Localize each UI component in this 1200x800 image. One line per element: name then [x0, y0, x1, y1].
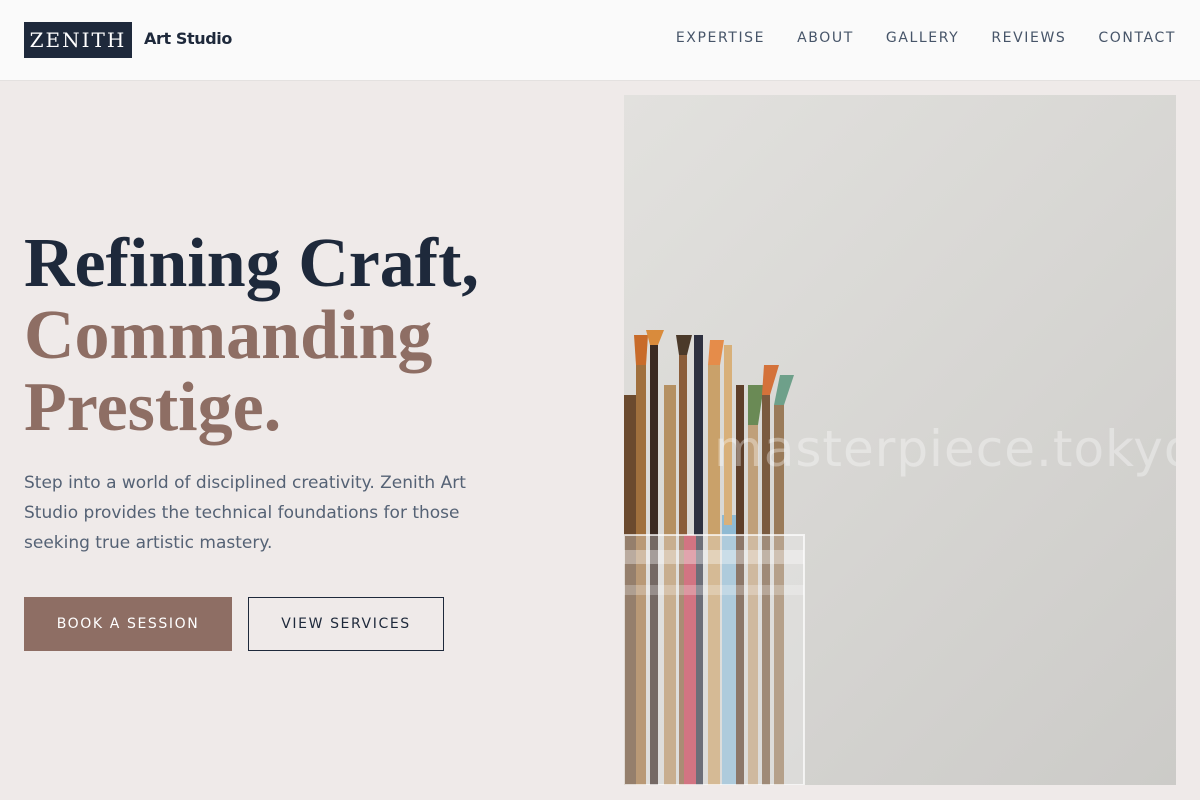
nav-item-expertise[interactable]: EXPERTISE	[676, 30, 765, 46]
logo-subtitle: Art Studio	[144, 29, 232, 48]
hero-title: Refining Craft, Commanding Prestige.	[24, 228, 584, 444]
logo[interactable]: ZENITH	[24, 22, 132, 58]
image-watermark: masterpiece.tokyo	[714, 420, 1176, 478]
hero-image: masterpiece.tokyo	[624, 95, 1176, 785]
book-session-button[interactable]: BOOK A SESSION	[24, 597, 232, 651]
nav-item-reviews[interactable]: REVIEWS	[991, 30, 1066, 46]
nav-item-gallery[interactable]: GALLERY	[886, 30, 959, 46]
hero-title-line-2: Commanding	[24, 297, 433, 374]
nav-item-about[interactable]: ABOUT	[797, 30, 854, 46]
glass-jar	[624, 534, 805, 785]
logo-text: ZENITH	[29, 28, 127, 52]
nav-item-contact[interactable]: CONTACT	[1098, 30, 1176, 46]
hero-title-line-1: Refining Craft,	[24, 225, 479, 302]
main-nav: EXPERTISE ABOUT GALLERY REVIEWS CONTACT	[676, 30, 1176, 46]
hero-title-line-3: Prestige.	[24, 369, 282, 446]
site-header: ZENITH Art Studio EXPERTISE ABOUT GALLER…	[0, 0, 1200, 81]
view-services-button[interactable]: VIEW SERVICES	[248, 597, 444, 651]
hero-description: Step into a world of disciplined creativ…	[24, 473, 466, 553]
